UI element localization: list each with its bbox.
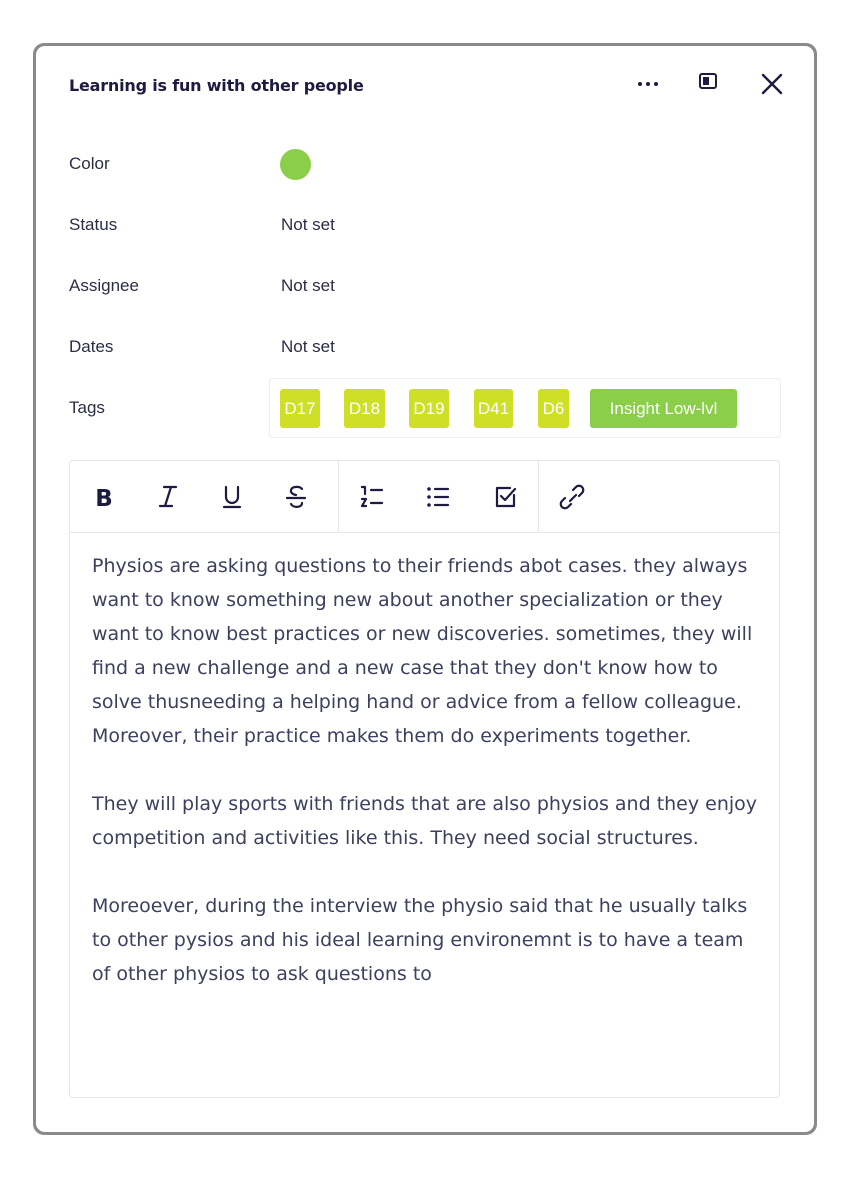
side-panel-icon-fill <box>703 77 709 85</box>
bold-button[interactable]: B <box>86 479 122 515</box>
tag-chip[interactable]: D41 <box>474 389 513 428</box>
tags-label: Tags <box>69 398 105 417</box>
bulleted-list-button[interactable] <box>420 479 456 515</box>
italic-button[interactable] <box>150 479 186 515</box>
description-body[interactable]: Physios are asking questions to their fr… <box>92 549 762 1025</box>
color-swatch[interactable] <box>280 149 311 180</box>
paragraph: Moreoever, during the interview the phys… <box>92 895 748 985</box>
svg-text:B: B <box>95 486 113 512</box>
checklist-icon <box>495 486 517 508</box>
strikethrough-button[interactable] <box>278 479 314 515</box>
numbered-list-icon <box>360 485 384 508</box>
dates-label: Dates <box>69 337 114 356</box>
tags-field[interactable]: D17 D18 D19 D41 D6 Insight Low-lvl <box>269 378 781 438</box>
card-title[interactable]: Learning is fun with other people <box>69 76 364 95</box>
status-value[interactable]: Not set <box>281 215 335 235</box>
numbered-list-button[interactable] <box>354 479 390 515</box>
link-button[interactable] <box>554 479 590 515</box>
tag-chip[interactable]: Insight Low-lvl <box>590 389 737 428</box>
tag-chip[interactable]: D17 <box>280 389 320 428</box>
description-editor[interactable]: B Physios are asking questions to their … <box>69 460 780 1098</box>
tag-chip[interactable]: D18 <box>344 389 385 428</box>
italic-icon <box>158 485 178 508</box>
paragraph: Physios are asking questions to their fr… <box>92 555 753 747</box>
card-detail-panel: Learning is fun with other people Color … <box>36 46 814 1132</box>
link-icon <box>559 484 585 510</box>
underline-icon <box>222 485 242 509</box>
dates-value[interactable]: Not set <box>281 337 335 357</box>
more-options-button[interactable] <box>632 66 672 102</box>
close-button[interactable] <box>756 66 792 102</box>
assignee-label: Assignee <box>69 276 139 295</box>
status-label: Status <box>69 215 118 234</box>
paragraph: They will play sports with friends that … <box>92 793 758 849</box>
toolbar-divider <box>338 461 339 532</box>
more-options-icon-dot <box>646 82 650 86</box>
tag-chip[interactable]: D6 <box>538 389 569 428</box>
color-label: Color <box>69 154 110 173</box>
bulleted-list-icon <box>427 487 450 507</box>
tag-chip[interactable]: D19 <box>409 389 449 428</box>
formatting-toolbar: B <box>70 461 779 533</box>
more-options-icon-dot <box>654 82 658 86</box>
toggle-side-panel-button[interactable] <box>694 66 726 102</box>
checklist-button[interactable] <box>488 479 524 515</box>
close-icon <box>761 73 783 95</box>
toolbar-divider <box>538 461 539 532</box>
bold-icon: B <box>95 486 113 512</box>
underline-button[interactable] <box>214 479 250 515</box>
strikethrough-icon <box>285 485 307 508</box>
more-options-icon <box>638 82 642 86</box>
assignee-value[interactable]: Not set <box>281 276 335 296</box>
